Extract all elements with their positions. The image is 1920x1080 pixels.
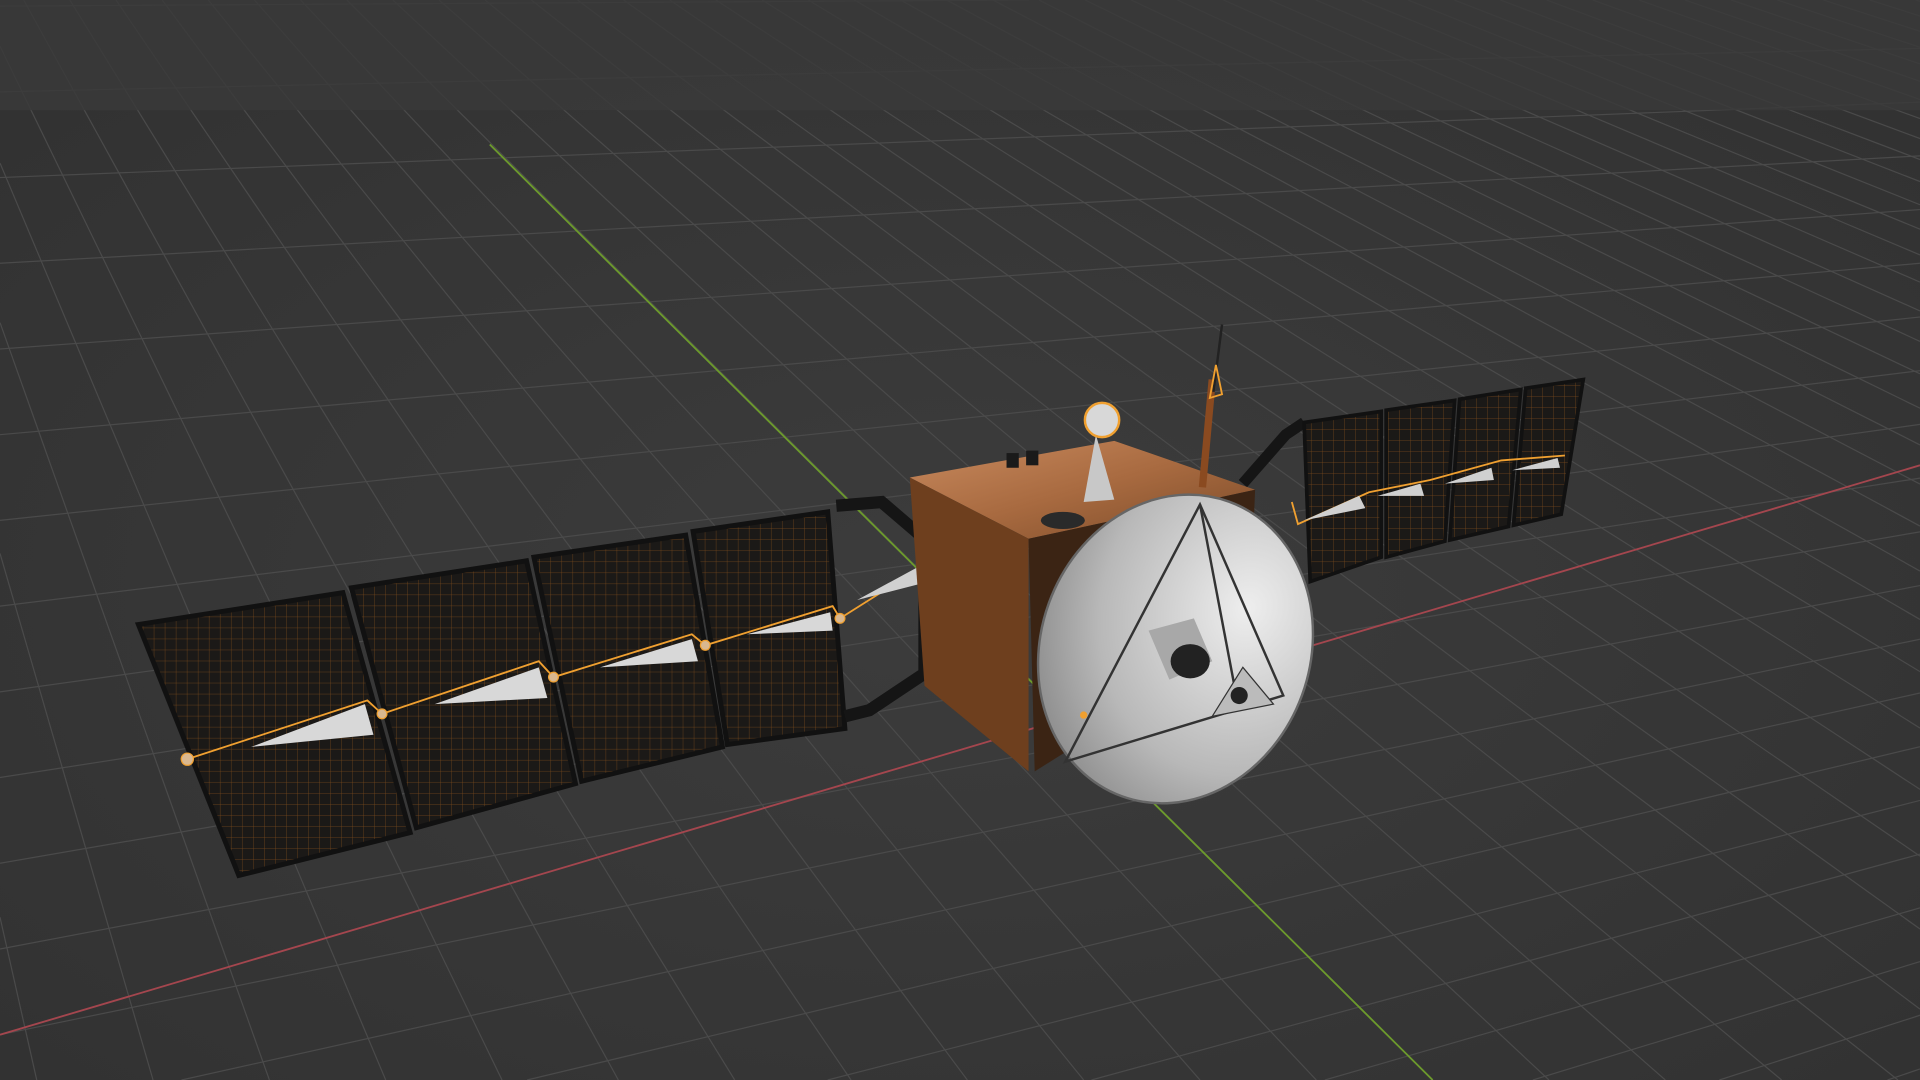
feed-horn-opening <box>1170 644 1210 679</box>
hinge-joint <box>699 639 711 651</box>
subreflector-center <box>1230 686 1248 705</box>
horizon-fade <box>0 0 1920 111</box>
hinge-joint <box>834 612 846 624</box>
object-origin <box>1080 711 1088 719</box>
low-gain-antenna <box>1083 401 1121 439</box>
solar-panel <box>1384 398 1457 560</box>
thruster <box>1006 453 1019 468</box>
hinge-joint <box>180 752 195 766</box>
3d-viewport[interactable] <box>0 0 1920 1080</box>
sensor-port <box>1040 511 1085 529</box>
hinge-joint <box>376 708 388 720</box>
solar-panel <box>1302 409 1384 585</box>
thruster <box>1026 450 1039 466</box>
hinge-joint <box>547 671 559 683</box>
